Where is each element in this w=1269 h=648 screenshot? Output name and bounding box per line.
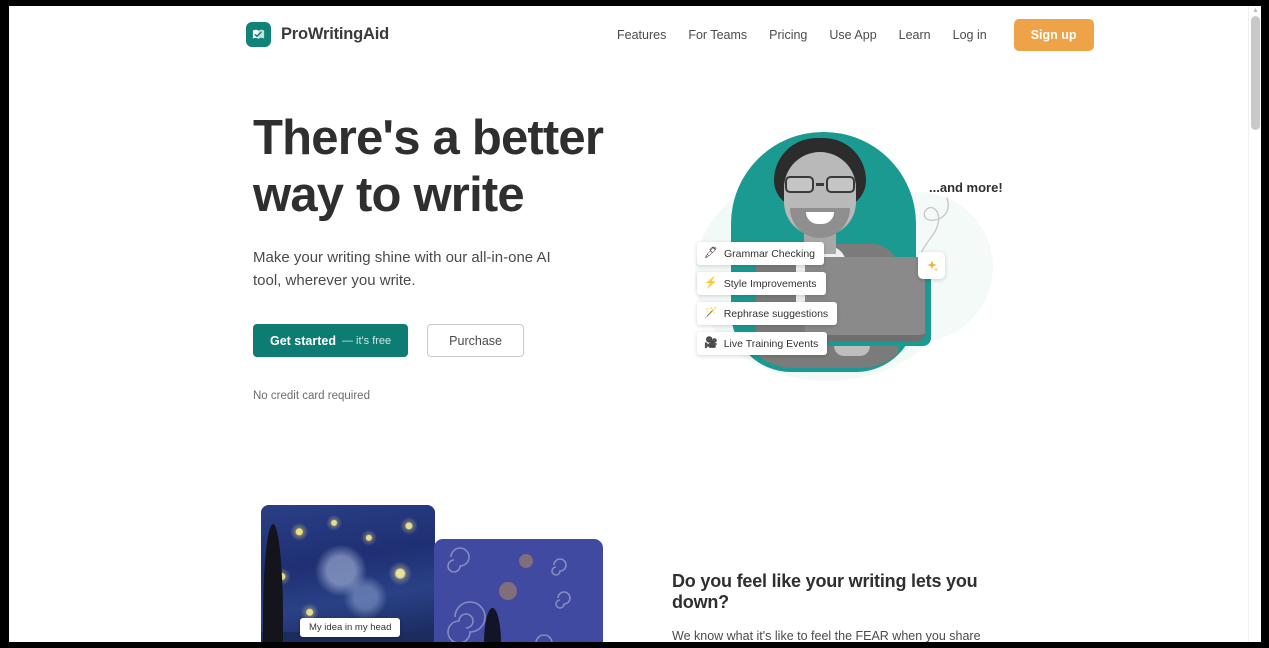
feature-pill-live-training-events: 🎥 Live Training Events — [697, 332, 828, 355]
page-title: There's a better way to write — [253, 110, 613, 224]
page-content: ProWritingAid Features For Teams Pricing… — [9, 6, 1261, 642]
feature-pill-grammar-checking: 🖋 Grammar Checking — [697, 242, 824, 265]
sign-up-button[interactable]: Sign up — [1013, 18, 1094, 51]
primary-navigation: Features For Teams Pricing Use App Learn… — [606, 18, 1094, 51]
get-started-label: Get started — [270, 333, 336, 348]
video-camera-icon: 🎥 — [704, 337, 718, 349]
feature-pill-label: Live Training Events — [723, 337, 819, 350]
scroll-up-arrow-icon[interactable]: ▲ — [1252, 7, 1259, 14]
browser-viewport: ProWritingAid Features For Teams Pricing… — [9, 6, 1261, 642]
sparkles-icon — [918, 252, 945, 279]
doodle-swirls-icon — [447, 547, 571, 642]
hero-copy: There's a better way to write Make your … — [253, 110, 613, 402]
hero-title-line-1: There's a better — [253, 111, 604, 165]
nav-use-app[interactable]: Use App — [818, 22, 887, 48]
lightning-bolt-icon: ⚡ — [704, 277, 718, 289]
book-check-icon — [246, 22, 271, 47]
section-2-copy: Do you feel like your writing lets you d… — [672, 571, 1017, 642]
brand-logo-link[interactable]: ProWritingAid — [246, 22, 389, 47]
section-2-body: We know what it's like to feel the FEAR … — [672, 629, 981, 642]
no-credit-card-note: No credit card required — [253, 390, 370, 402]
hero-illustration: 🖋 Grammar Checking ⚡ Style Improvements … — [675, 114, 1020, 399]
site-header: ProWritingAid Features For Teams Pricing… — [9, 6, 1248, 63]
nav-for-teams[interactable]: For Teams — [677, 22, 758, 48]
glasses-icon — [784, 176, 856, 193]
nav-features[interactable]: Features — [606, 22, 677, 48]
vertical-scrollbar[interactable]: ▲ — [1248, 6, 1261, 642]
purchase-button[interactable]: Purchase — [427, 324, 524, 357]
scrollbar-thumb[interactable] — [1251, 16, 1260, 130]
curly-loop-arrow-icon — [920, 197, 949, 255]
hero-cta-group: Get started — it's free Purchase — [253, 324, 613, 357]
starry-night-image: My idea in my head — [261, 505, 435, 642]
nav-learn[interactable]: Learn — [888, 22, 942, 48]
hero-subtitle: Make your writing shine with our all-in-… — [253, 249, 551, 289]
feature-pill-label: Grammar Checking — [723, 247, 815, 260]
magic-wand-icon: 🪄 — [704, 307, 718, 319]
hero-title-line-2: way to write — [253, 168, 525, 222]
quill-pen-icon: 🖋 — [704, 247, 718, 259]
image-caption: My idea in my head — [300, 618, 401, 637]
section-2-title: Do you feel like your writing lets you d… — [672, 571, 978, 612]
plain-blue-image — [434, 539, 603, 642]
feature-pill-label: Rephrase suggestions — [723, 307, 829, 320]
brand-name: ProWritingAid — [281, 25, 390, 43]
and-more-callout: ...and more! — [929, 180, 1003, 195]
feature-pill-rephrase-suggestions: 🪄 Rephrase suggestions — [697, 302, 838, 325]
get-started-button[interactable]: Get started — it's free — [253, 324, 409, 357]
feature-pill-style-improvements: ⚡ Style Improvements — [697, 272, 826, 295]
nav-pricing[interactable]: Pricing — [758, 22, 818, 48]
get-started-suffix: — it's free — [342, 334, 392, 347]
laptop-icon — [805, 257, 925, 341]
nav-log-in[interactable]: Log in — [942, 22, 998, 48]
feature-pill-label: Style Improvements — [723, 277, 817, 290]
